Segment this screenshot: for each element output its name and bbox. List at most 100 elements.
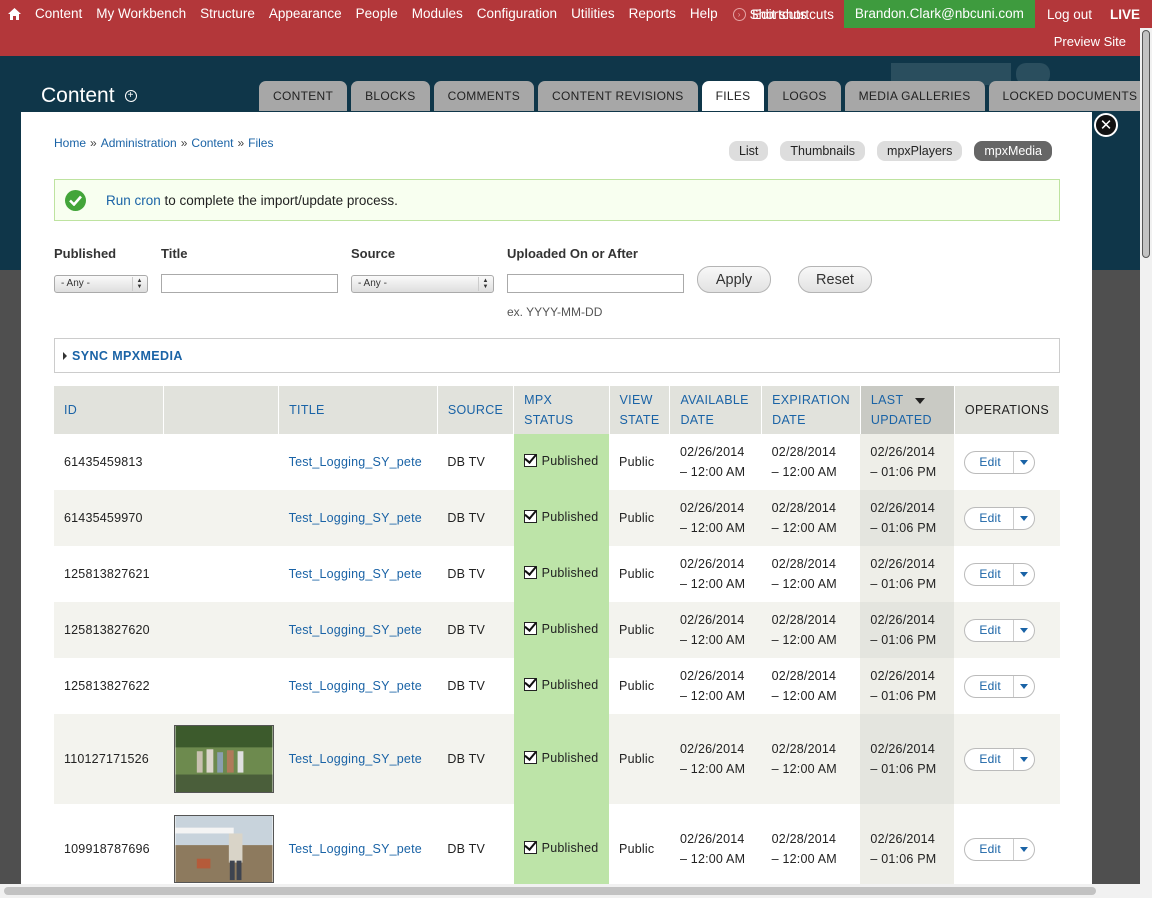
view-tab-thumbnails[interactable]: Thumbnails xyxy=(780,141,866,161)
toolbar-item-help[interactable]: Help xyxy=(683,0,725,28)
toolbar-item-content[interactable]: Content xyxy=(28,0,89,28)
view-tab-list[interactable]: List xyxy=(728,141,769,161)
media-title-link[interactable]: Test_Logging_SY_pete xyxy=(289,455,422,469)
edit-button[interactable]: Edit xyxy=(964,450,1035,474)
cell-mpx-status: Published xyxy=(513,658,610,714)
operations-dropdown-toggle[interactable] xyxy=(1014,564,1034,585)
select-arrows-icon: ▲ ▼ xyxy=(132,277,146,291)
view-tab-mpxplayers[interactable]: mpxPlayers xyxy=(877,141,963,161)
col-header-source[interactable]: SOURCE xyxy=(437,386,515,434)
tab-files[interactable]: FILES xyxy=(701,81,765,111)
edit-button[interactable]: Edit xyxy=(964,747,1035,771)
media-title-link[interactable]: Test_Logging_SY_pete xyxy=(289,623,422,637)
edit-shortcuts-link[interactable]: Edit shortcuts xyxy=(742,7,844,22)
logout-link[interactable]: Log out xyxy=(1035,7,1104,22)
media-title-link[interactable]: Test_Logging_SY_pete xyxy=(289,752,422,766)
cell-mpx-status: Published xyxy=(513,546,610,602)
toolbar-item-structure[interactable]: Structure xyxy=(193,0,262,28)
tab-media-galleries[interactable]: MEDIA GALLERIES xyxy=(844,81,985,111)
media-title-link[interactable]: Test_Logging_SY_pete xyxy=(289,567,422,581)
col-header-title[interactable]: TITLE xyxy=(278,386,438,434)
operations-dropdown-toggle[interactable] xyxy=(1014,749,1034,770)
reset-button[interactable]: Reset xyxy=(798,266,872,293)
tab-blocks[interactable]: BLOCKS xyxy=(351,81,430,111)
checkbox-checked-icon xyxy=(523,454,537,468)
breadcrumb-content[interactable]: Content xyxy=(191,136,233,150)
cell-source: DB TV xyxy=(437,546,514,602)
edit-button[interactable]: Edit xyxy=(964,674,1035,698)
edit-button-label[interactable]: Edit xyxy=(965,619,1014,641)
cell-expiration-date: 02/28/2014– 12:00 AM xyxy=(761,434,861,490)
cell-mpx-status: Published xyxy=(513,714,610,804)
close-overlay-button[interactable]: ✕ xyxy=(1094,113,1118,137)
cell-mpx-status: Published xyxy=(513,490,610,546)
edit-button-label[interactable]: Edit xyxy=(965,675,1014,697)
edit-button[interactable]: Edit xyxy=(964,618,1035,642)
media-title-link[interactable]: Test_Logging_SY_pete xyxy=(289,842,422,856)
edit-button-label[interactable]: Edit xyxy=(965,507,1014,529)
published-select[interactable]: - Any - ▲ ▼ xyxy=(54,275,148,293)
title-label: Title xyxy=(161,246,188,261)
edit-button[interactable]: Edit xyxy=(964,837,1035,861)
sync-mpxmedia-fieldset[interactable]: SYNC MPXMEDIA xyxy=(54,338,1060,373)
run-cron-link[interactable]: Run cron xyxy=(106,193,161,208)
tab-content-revisions[interactable]: CONTENT REVISIONS xyxy=(538,81,698,111)
operations-dropdown-toggle[interactable] xyxy=(1014,452,1034,473)
col-header-available-date[interactable]: AVAILABLE DATE xyxy=(669,386,763,434)
apply-button[interactable]: Apply xyxy=(697,266,771,293)
cell-available-date: 02/26/2014– 12:00 AM xyxy=(669,602,762,658)
breadcrumb-administration[interactable]: Administration xyxy=(101,136,177,150)
toolbar-item-configuration[interactable]: Configuration xyxy=(470,0,564,28)
sort-desc-icon xyxy=(915,397,926,404)
col-header-last-updated[interactable]: LAST UPDATED xyxy=(860,386,955,434)
edit-button-label[interactable]: Edit xyxy=(965,838,1014,860)
sync-mpxmedia-legend[interactable]: SYNC MPXMEDIA xyxy=(72,349,183,363)
tab-content[interactable]: CONTENT xyxy=(259,81,348,111)
cell-view-state: Public xyxy=(609,434,670,490)
horizontal-scrollbar-thumb[interactable] xyxy=(4,887,1096,895)
media-thumbnail[interactable] xyxy=(173,725,274,793)
edit-button-label[interactable]: Edit xyxy=(965,451,1014,473)
home-icon[interactable] xyxy=(0,0,28,28)
toolbar-item-my-workbench[interactable]: My Workbench xyxy=(89,0,193,28)
breadcrumb-files[interactable]: Files xyxy=(248,136,273,150)
breadcrumb-home[interactable]: Home xyxy=(54,136,86,150)
uploaded-label: Uploaded On or After xyxy=(507,246,638,261)
media-title-link[interactable]: Test_Logging_SY_pete xyxy=(289,679,422,693)
toolbar-item-reports[interactable]: Reports xyxy=(622,0,683,28)
checkbox-checked-icon xyxy=(523,841,537,855)
edit-button-label[interactable]: Edit xyxy=(965,748,1014,770)
tab-locked-documents[interactable]: LOCKED DOCUMENTS xyxy=(988,81,1152,111)
col-header-id[interactable]: ID xyxy=(54,386,164,434)
user-account-link[interactable]: Brandon.Clark@nbcuni.com xyxy=(843,0,1035,28)
toolbar-item-appearance[interactable]: Appearance xyxy=(262,0,349,28)
operations-dropdown-toggle[interactable] xyxy=(1014,676,1034,697)
live-indicator[interactable]: LIVE xyxy=(1104,7,1152,22)
cell-title: Test_Logging_SY_pete xyxy=(278,714,438,804)
toolbar-item-utilities[interactable]: Utilities xyxy=(564,0,622,28)
edit-button-label[interactable]: Edit xyxy=(965,563,1014,585)
edit-button[interactable]: Edit xyxy=(964,562,1035,586)
view-tab-mpxmedia[interactable]: mpxMedia xyxy=(974,141,1052,161)
add-shortcut-icon[interactable]: + xyxy=(124,90,137,102)
media-title-link[interactable]: Test_Logging_SY_pete xyxy=(289,511,422,525)
toolbar-item-modules[interactable]: Modules xyxy=(405,0,470,28)
col-header-mpx-status[interactable]: MPX STATUS xyxy=(513,386,610,434)
horizontal-scrollbar[interactable] xyxy=(0,884,1140,898)
tab-logos[interactable]: LOGOS xyxy=(768,81,841,111)
preview-site-link[interactable]: Preview Site xyxy=(1054,34,1126,49)
edit-button[interactable]: Edit xyxy=(964,506,1035,530)
toolbar-item-people[interactable]: People xyxy=(349,0,405,28)
col-header-expiration-date[interactable]: EXPIRATION DATE xyxy=(761,386,861,434)
operations-dropdown-toggle[interactable] xyxy=(1014,839,1034,860)
vertical-scrollbar-thumb[interactable] xyxy=(1142,30,1150,258)
vertical-scrollbar[interactable] xyxy=(1140,28,1152,898)
title-input[interactable] xyxy=(161,274,338,293)
media-thumbnail[interactable] xyxy=(173,815,274,883)
col-header-view-state[interactable]: VIEW STATE xyxy=(609,386,671,434)
uploaded-date-input[interactable] xyxy=(507,274,684,293)
source-select[interactable]: - Any - ▲ ▼ xyxy=(351,275,494,293)
tab-comments[interactable]: COMMENTS xyxy=(433,81,535,111)
operations-dropdown-toggle[interactable] xyxy=(1014,508,1034,529)
operations-dropdown-toggle[interactable] xyxy=(1014,620,1034,641)
